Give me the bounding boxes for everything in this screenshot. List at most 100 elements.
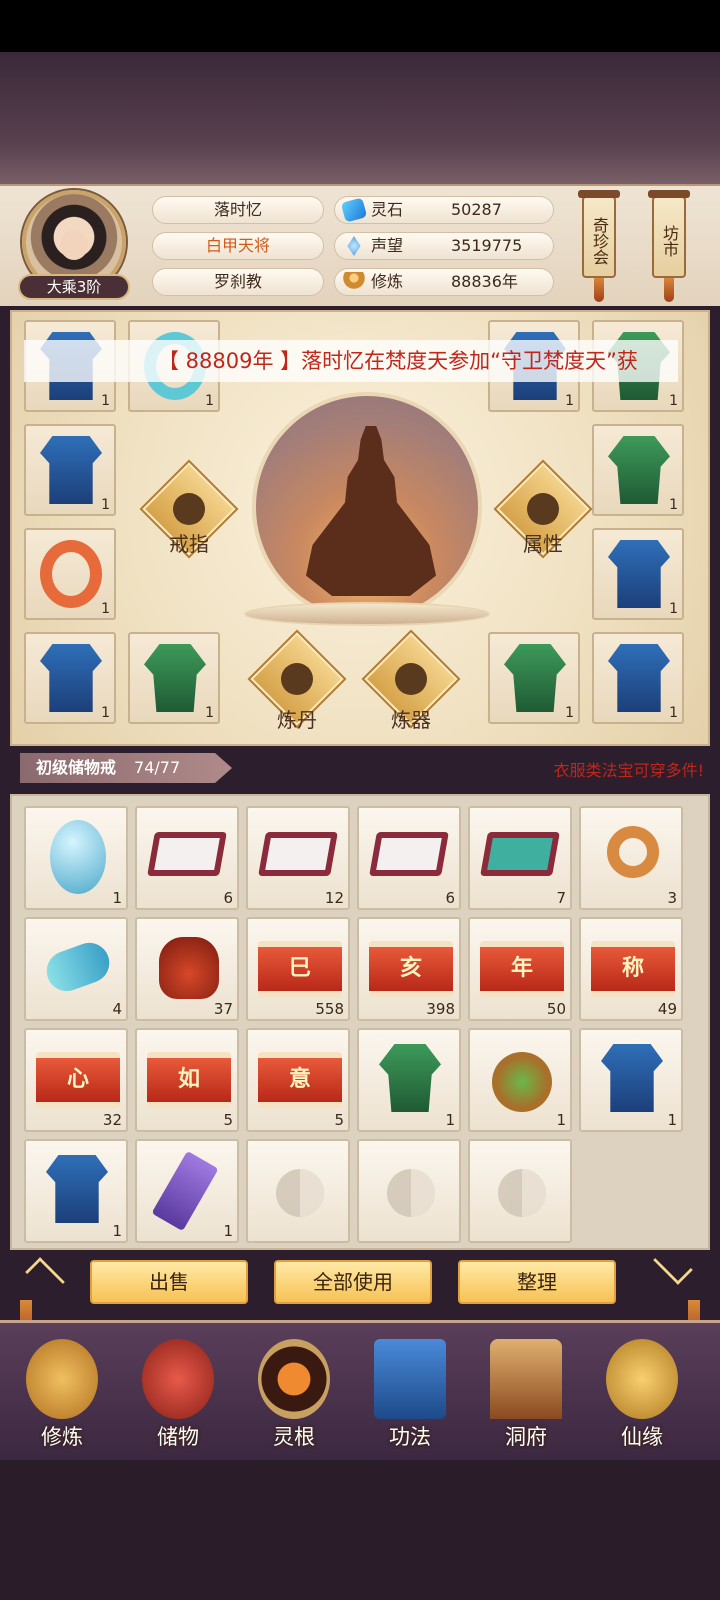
cauldron-icon (281, 663, 313, 695)
ring-icon (173, 493, 205, 525)
item-count: 6 (223, 889, 233, 907)
cultivation-icon (343, 272, 365, 292)
inventory-slot[interactable]: 6 (135, 806, 239, 910)
item-count: 50 (546, 1000, 566, 1018)
item-count: 5 (334, 1111, 344, 1129)
equip-slot[interactable]: 1 (592, 528, 684, 620)
jade-leaves-icon (480, 832, 560, 876)
flower-ring-icon (40, 540, 102, 608)
inventory-slot[interactable]: 年 50 (468, 917, 572, 1021)
green-armor-icon (504, 644, 566, 712)
alchemy-label: 炼丹 (277, 708, 317, 732)
forge-label: 炼器 (391, 708, 431, 732)
treasure-fair-button[interactable]: 奇珍会 (578, 190, 620, 302)
scroll-up-arrow-icon[interactable] (25, 1257, 65, 1297)
scroll-icon: 年 (480, 941, 564, 997)
inventory-slot[interactable]: 12 (246, 806, 350, 910)
item-count: 49 (657, 1000, 677, 1018)
inventory-slot[interactable]: 意5 (246, 1028, 350, 1132)
blue-armor-icon (608, 644, 670, 712)
equip-slot[interactable]: 1 (24, 632, 116, 724)
equip-slot[interactable]: 1 (24, 424, 116, 516)
blue-armor-icon (601, 1044, 663, 1112)
inventory-slot[interactable]: 1 (357, 1028, 461, 1132)
nav-spirit-root[interactable]: 灵根 (244, 1335, 344, 1455)
nav-storage[interactable]: 储物 (128, 1335, 228, 1455)
inventory-slot[interactable]: 心 32 (24, 1028, 128, 1132)
green-armor-icon (608, 436, 670, 504)
cultivate-icon (26, 1339, 98, 1419)
player-title[interactable]: 白甲天将 (152, 232, 324, 260)
item-count: 1 (101, 705, 110, 721)
stat-reputation: 声望 3519775 (334, 232, 554, 260)
empty-slot[interactable] (468, 1139, 572, 1243)
item-count: 1 (556, 1111, 566, 1129)
blue-armor-icon (46, 1155, 108, 1223)
inventory-slot[interactable]: 1 (24, 806, 128, 910)
gold-ring-icon (607, 826, 659, 878)
use-all-button[interactable]: 全部使用 (274, 1260, 432, 1304)
inventory-slot[interactable]: 1 (135, 1139, 239, 1243)
equip-slot[interactable]: 1 (592, 632, 684, 724)
item-count: 4 (112, 1000, 122, 1018)
sort-button[interactable]: 整理 (458, 1260, 616, 1304)
item-count: 37 (213, 1000, 233, 1018)
item-count: 1 (101, 497, 110, 513)
nav-cave-house[interactable]: 洞府 (476, 1335, 576, 1455)
storage-ring-header[interactable]: 初级储物戒 74/77 (20, 753, 232, 783)
inventory-slot[interactable]: 37 (135, 917, 239, 1021)
inventory-slot[interactable]: 巳 558 (246, 917, 350, 1021)
market-button[interactable]: 坊市 (648, 190, 690, 302)
status-bar (0, 0, 720, 52)
player-name: 落时忆 (152, 196, 324, 224)
dragon-egg-icon (50, 820, 106, 894)
blue-armor-icon (40, 436, 102, 504)
player-sect[interactable]: 罗刹教 (152, 268, 324, 296)
green-armor-icon (144, 644, 206, 712)
equip-slot[interactable]: 1 (592, 424, 684, 516)
immortal-fate-icon (606, 1339, 678, 1419)
inventory-slot[interactable]: 1 (468, 1028, 572, 1132)
stat-value: 50287 (451, 200, 502, 219)
equip-slot[interactable]: 1 (128, 632, 220, 724)
empty-slot[interactable] (246, 1139, 350, 1243)
equip-slot[interactable]: 1 (488, 632, 580, 724)
technique-book-icon (374, 1339, 446, 1419)
inventory-slot[interactable]: 4 (24, 917, 128, 1021)
storage-bag-icon (142, 1339, 214, 1419)
inventory-slot[interactable]: 1 (24, 1139, 128, 1243)
inventory-slot[interactable]: 6 (357, 806, 461, 910)
item-count: 1 (669, 497, 678, 513)
inventory-slot[interactable]: 7 (468, 806, 572, 910)
item-count: 5 (223, 1111, 233, 1129)
inventory-slot[interactable]: 亥 398 (357, 917, 461, 1021)
inventory-slot[interactable]: 如5 (135, 1028, 239, 1132)
attributes-label: 属性 (523, 532, 563, 556)
item-count: 1 (669, 393, 678, 409)
item-count: 1 (101, 601, 110, 617)
inventory-slot[interactable]: 1 (579, 1028, 683, 1132)
inventory-grid: 1 6 12 6 7 3 4 37 巳 558 亥 398 年 50 称 49 心 32 … (10, 794, 710, 1250)
storage-capacity: 74/77 (134, 758, 181, 777)
inventory-slot[interactable]: 3 (579, 806, 683, 910)
nav-label: 洞府 (505, 1425, 547, 1449)
sell-button[interactable]: 出售 (90, 1260, 248, 1304)
nav-technique[interactable]: 功法 (360, 1335, 460, 1455)
equip-slot[interactable]: 1 (24, 528, 116, 620)
item-count: 1 (101, 393, 110, 409)
inventory-slot[interactable]: 称 49 (579, 917, 683, 1021)
ring-label: 戒指 (169, 532, 209, 556)
nav-label: 修炼 (41, 1425, 83, 1449)
nav-immortal-fate[interactable]: 仙缘 (592, 1335, 692, 1455)
stat-label: 灵石 (371, 200, 404, 219)
storage-name: 初级储物戒 (36, 758, 117, 777)
empty-slot[interactable] (357, 1139, 461, 1243)
nav-label: 储物 (157, 1425, 199, 1449)
item-count: 1 (667, 1111, 677, 1129)
scene-background (0, 52, 720, 226)
scroll-down-arrow-icon[interactable] (653, 1245, 693, 1285)
blue-armor-icon (608, 540, 670, 608)
spirit-root-icon (258, 1339, 330, 1419)
nav-cultivate[interactable]: 修炼 (12, 1335, 112, 1455)
reputation-icon (347, 236, 361, 256)
